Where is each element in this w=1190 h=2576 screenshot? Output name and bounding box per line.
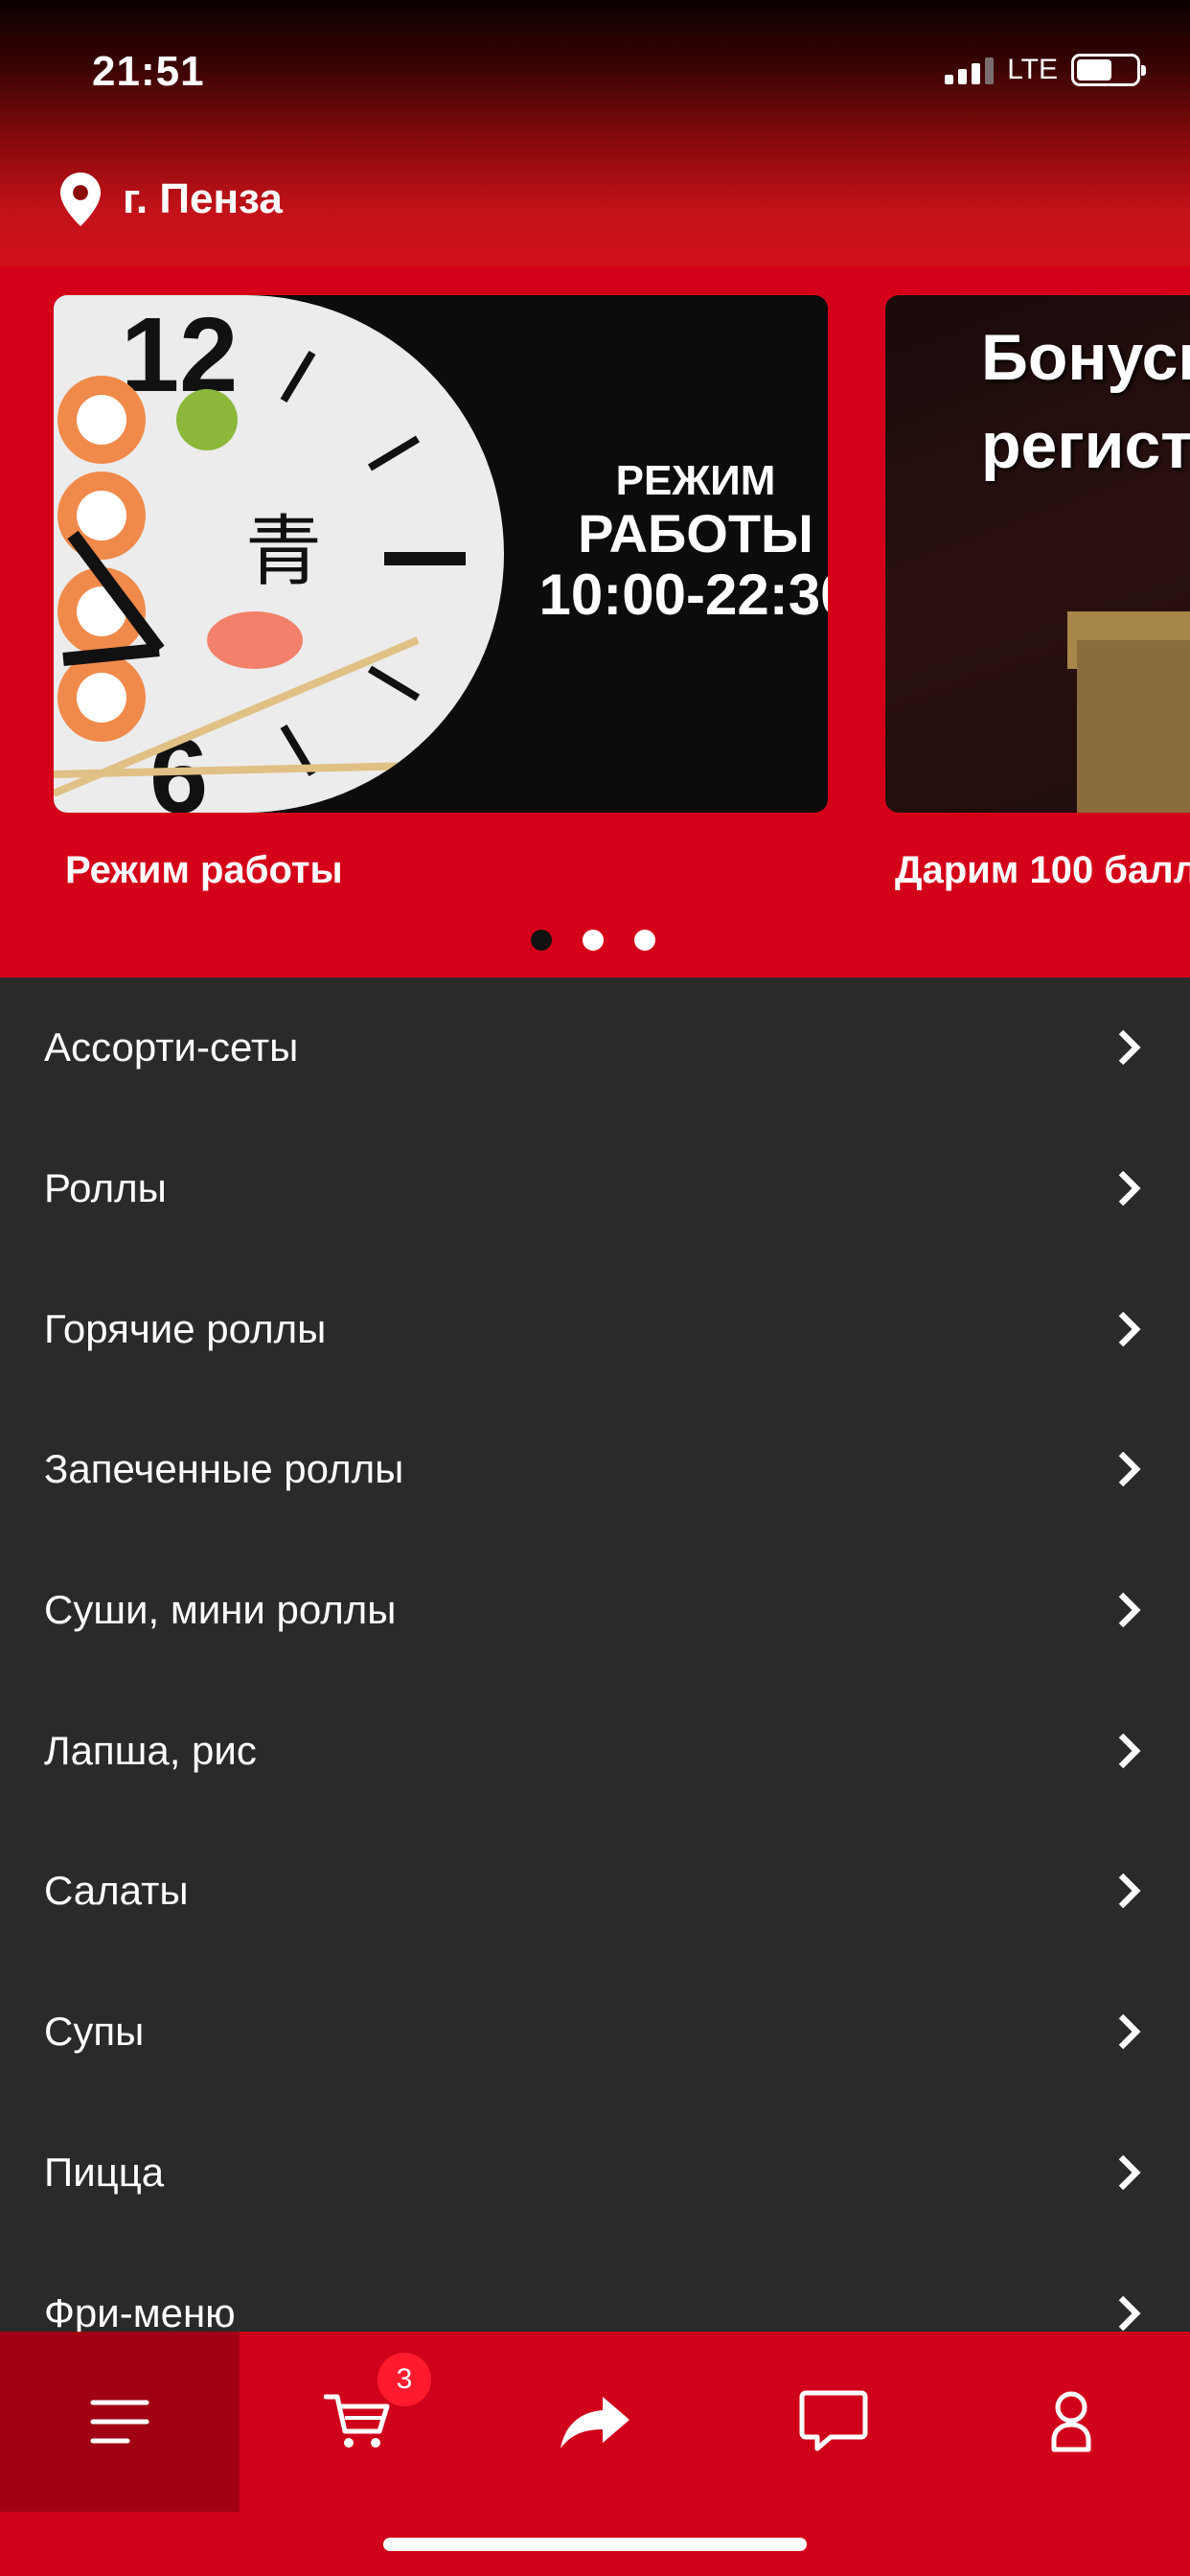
app-header: 21:51 LTE г. Пенза [0,0,1190,266]
tab-menu[interactable] [0,2332,240,2512]
status-indicators: LTE [945,54,1146,86]
category-label: Пицца [44,2149,165,2195]
category-label: Супы [44,2009,145,2055]
signal-icon [945,56,995,84]
category-label: Запеченные роллы [44,1446,404,1492]
chevron-right-icon [1118,1592,1141,1628]
pagination-dot[interactable] [634,930,655,951]
tab-chat[interactable] [715,2332,952,2512]
location-selector[interactable]: г. Пенза [59,172,283,226]
cart-icon [324,2394,390,2448]
chevron-right-icon [1118,2295,1141,2331]
category-item-fries-menu[interactable]: Фри-меню [0,2242,1190,2332]
banner-hours-line-1: РЕЖИМ [615,457,776,504]
banner-bonus[interactable]: Бонусы регистрация [885,295,1190,813]
network-label: LTE [1007,54,1058,85]
banner-hours-text: РЕЖИМ РАБОТЫ 10:00-22:30 [504,457,828,627]
banner-hours-line-2: РАБОТЫ [578,503,813,564]
category-item-noodles-rice[interactable]: Лапша, рис [0,1680,1190,1821]
banner-caption-bonus[interactable]: Дарим 100 баллов [895,849,1190,892]
clock-image: 12 6 青 [54,295,504,813]
chevron-right-icon [1118,1874,1141,1909]
category-label: Лапша, рис [44,1727,257,1773]
tab-share[interactable] [477,2332,715,2512]
carousel-pagination [531,930,655,951]
category-item-hot-rolls[interactable]: Горячие роллы [0,1258,1190,1399]
banner-bonus-line-2: регистрация [981,408,1190,482]
chat-icon [799,2390,868,2451]
gift-box-image [1077,640,1190,813]
category-label: Ассорти-сеты [44,1024,299,1070]
kanji-glyph: 青 [245,507,322,596]
clock-illustration: 12 6 青 [54,296,466,813]
home-indicator[interactable] [383,2538,807,2551]
battery-icon [1071,54,1146,86]
tab-profile[interactable] [952,2332,1190,2512]
category-item-pizza[interactable]: Пицца [0,2103,1190,2243]
tab-cart[interactable]: 3 [240,2332,477,2512]
category-label: Роллы [44,1165,167,1211]
map-pin-icon [60,172,101,226]
promo-carousel[interactable]: 12 6 青 РЕЖИМ РАБОТЫ 10:00-22:30 Бонус ре… [0,266,1190,978]
cart-badge: 3 [378,2353,431,2406]
banner-caption-working-hours[interactable]: Режим работы [65,849,343,892]
location-label: г. Пенза [123,175,283,222]
chevron-right-icon [1118,2013,1141,2050]
category-label: Суши, мини роллы [44,1587,397,1633]
category-item-baked-rolls[interactable]: Запеченные роллы [0,1399,1190,1540]
category-label: Салаты [44,1868,189,1914]
category-item-salads[interactable]: Салаты [0,1821,1190,1962]
category-label: Горячие роллы [44,1305,327,1351]
chevron-right-icon [1118,2154,1141,2191]
chevron-right-icon [1118,1733,1141,1769]
share-icon [561,2397,629,2449]
category-item-soups[interactable]: Супы [0,1962,1190,2103]
pagination-dot[interactable] [583,930,604,951]
status-time: 21:51 [92,48,205,95]
chevron-right-icon [1118,1311,1141,1346]
category-item-sushi-mini-rolls[interactable]: Суши, мини роллы [0,1540,1190,1681]
banner-bonus-line-1: Бонусы [981,321,1190,394]
banner-hours-line-3: 10:00-22:30 [538,562,828,627]
category-label: Фри-меню [44,2289,236,2332]
banner-working-hours[interactable]: 12 6 青 РЕЖИМ РАБОТЫ 10:00-22:30 [54,295,828,813]
menu-icon [90,2400,149,2444]
banner-bonus-text: Бонусы регистрация [981,314,1190,491]
category-item-rolls[interactable]: Роллы [0,1118,1190,1259]
category-item-assorti-sets[interactable]: Ассорти-сеты [0,978,1190,1118]
category-list: Ассорти-сеты Роллы Горячие роллы Запечен… [0,978,1190,2332]
pagination-dot[interactable] [531,930,552,951]
chevron-right-icon [1118,1452,1141,1487]
chevron-right-icon [1118,1170,1141,1207]
profile-icon [1051,2391,1091,2452]
chevron-right-icon [1118,1030,1141,1066]
